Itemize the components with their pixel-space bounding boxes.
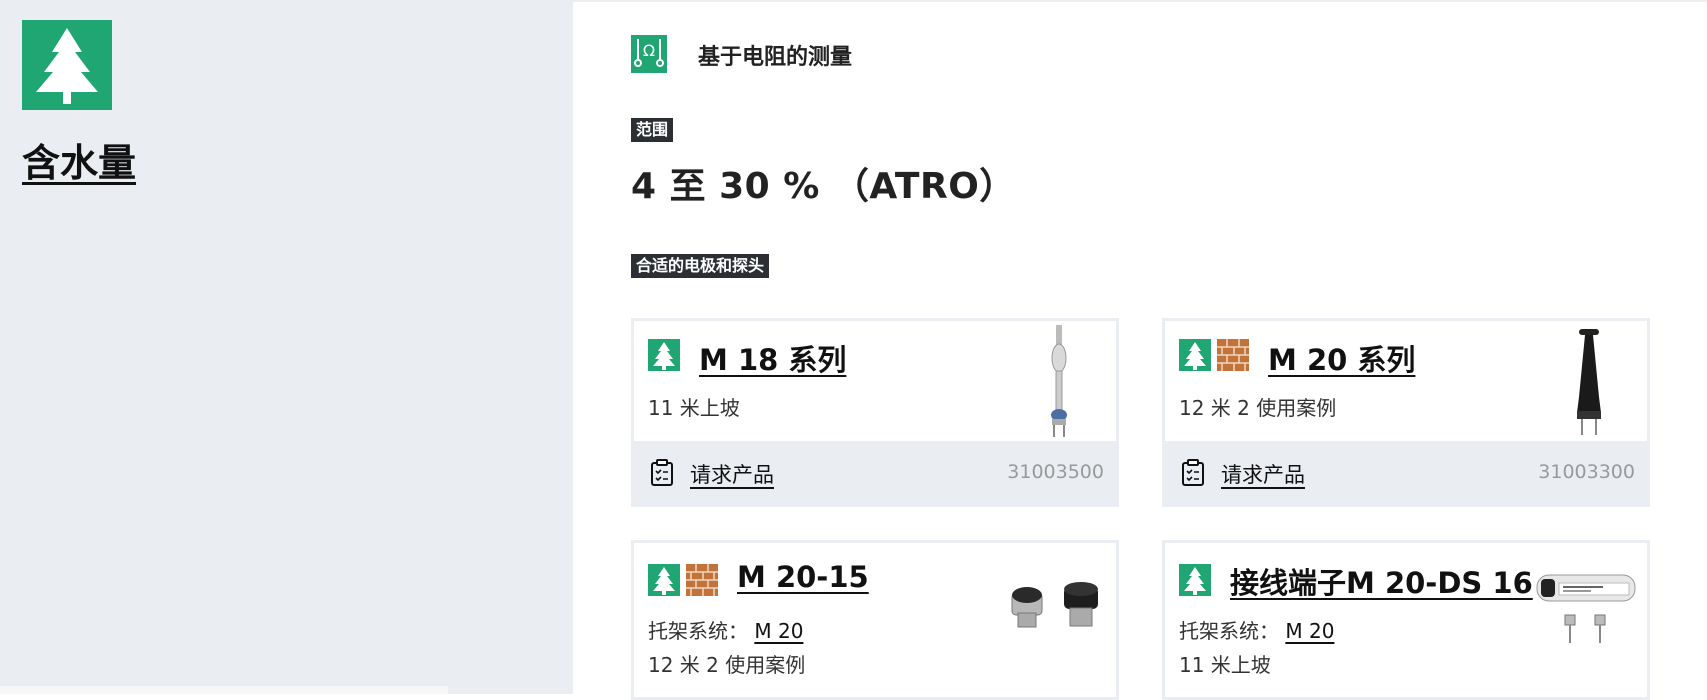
divider [573,0,1707,2]
product-title-link[interactable]: M 20 系列 [1268,337,1415,379]
product-title-link[interactable]: M 20-15 [737,560,869,594]
holder-label: 托架系统： [648,619,748,643]
category-title-link[interactable]: 含水量 [22,132,136,187]
svg-text:Ω: Ω [643,41,655,60]
product-info: 12 米 2 使用案例 [648,653,806,677]
electrodes-tag: 合适的电极和探头 [631,254,770,278]
product-title-link[interactable]: 接线端子M 20-DS 16 [1230,560,1533,602]
method-title: 基于电阻的测量 [698,45,853,70]
holder-link[interactable]: M 20 [1285,619,1334,643]
holder-system: 托架系统： M 20 [648,615,803,644]
brick-icon [686,564,718,596]
m20-electrode-image [1565,327,1613,439]
product-card-m20-ds16: 接线端子M 20-DS 16 托架系统： M 20 11 米上坡 [1162,540,1650,700]
request-product-link[interactable]: 请求产品 [690,459,774,489]
holder-link[interactable]: M 20 [754,619,803,643]
holder-label: 托架系统： [1179,619,1279,643]
product-info: 11 米上坡 [1179,653,1271,677]
product-card-m20-15: M 20-15 托架系统： M 20 12 米 2 使用案例 [631,540,1119,700]
range-value: 4 至 30 % （ATRO） [631,166,1016,207]
part-number: 31003500 [1007,461,1104,483]
m20-15-caps-image [1006,581,1106,633]
product-info: 11 米上坡 [648,396,740,420]
clipboard-icon [650,459,674,487]
divider [0,686,448,694]
tree-icon [22,20,112,110]
range-tag: 范围 [631,118,674,142]
holder-system: 托架系统： M 20 [1179,615,1334,644]
m20-ds16-terminals-image [1535,571,1639,647]
product-title-link[interactable]: M 18 系列 [699,337,846,379]
tree-icon [648,339,680,371]
request-product-link[interactable]: 请求产品 [1221,459,1305,489]
clipboard-icon [1181,459,1205,487]
tree-icon [1179,339,1211,371]
tree-icon [1179,564,1211,596]
product-card-m20: M 20 系列 12 米 2 使用案例 请求产品 31003300 [1162,318,1650,507]
m18-electrode-image [1039,323,1079,439]
part-number: 31003300 [1538,461,1635,483]
product-card-m18: M 18 系列 11 米上坡 请求产品 31003500 [631,318,1119,507]
product-info: 12 米 2 使用案例 [1179,396,1337,420]
brick-icon [1217,339,1249,371]
resistance-ohm-icon: Ω [631,35,667,73]
tree-icon [648,564,680,596]
